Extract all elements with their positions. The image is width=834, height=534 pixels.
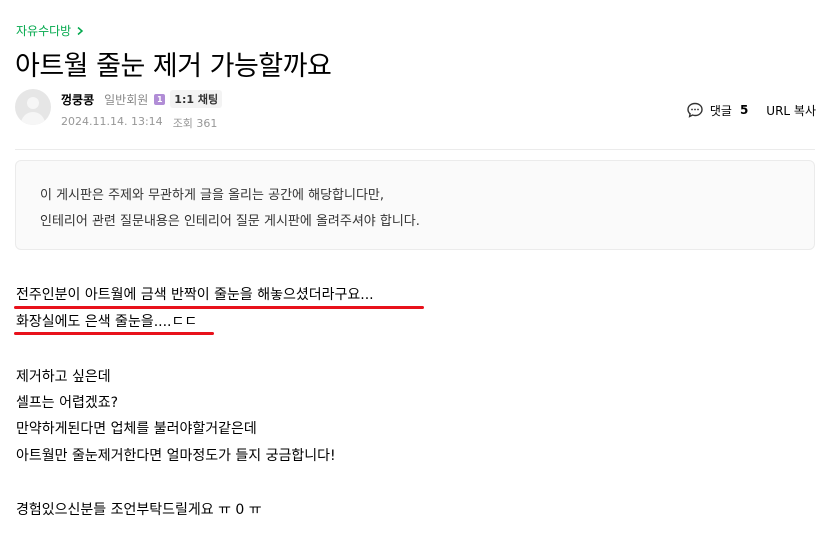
author-grade: 일반회원: [104, 92, 149, 107]
author-nickname[interactable]: 껑쿵콩: [61, 91, 94, 108]
notice-line-2: 인테리어 관련 질문내용은 인테리어 질문 게시판에 올려주셔야 합니다.: [40, 214, 420, 229]
comment-label: 댓글: [709, 103, 732, 118]
comment-button[interactable]: 댓글 5: [686, 101, 748, 119]
board-name: 자유수다방: [16, 24, 72, 38]
body-line-4: 셀프는 어렵겠죠?: [16, 395, 119, 411]
chevron-right-icon: [77, 26, 84, 35]
author-row: 껑쿵콩 일반회원 1 1:1 채팅 2024.11.14. 13:14 조회 3…: [15, 89, 223, 131]
body-line-7: 경험있으신분들 조언부탁드릴게요 ㅠ 0 ㅠ: [16, 502, 262, 518]
board-link[interactable]: 자유수다방: [16, 22, 85, 39]
url-copy-button[interactable]: URL 복사: [766, 102, 816, 119]
post-title: 아트월 줄눈 제거 가능할까요: [15, 51, 332, 82]
board-notice: 이 게시판은 주제와 무관하게 글을 올리는 공간에 해당합니다만, 인테리어 …: [15, 160, 815, 250]
red-underline-2: [14, 332, 214, 335]
avatar[interactable]: [15, 89, 51, 125]
notice-line-1: 이 게시판은 주제와 무관하게 글을 올리는 공간에 해당합니다만,: [40, 188, 385, 203]
body-line-5: 만약하게된다면 업체를 불러야할거같은데: [16, 421, 257, 437]
grade-badge-icon: 1: [154, 93, 166, 105]
body-line-6: 아트월만 줄눈제거한다면 얼마정도가 들지 궁금합니다!: [16, 448, 336, 464]
body-line-2: 화장실에도 은색 줄눈을....ㄷㄷ: [16, 314, 198, 330]
one-to-one-chat-button[interactable]: 1:1 채팅: [170, 90, 223, 108]
body-line-3: 제거하고 싶은데: [16, 369, 111, 385]
comment-count: 5: [739, 103, 749, 117]
author-info: 껑쿵콩 일반회원 1 1:1 채팅 2024.11.14. 13:14 조회 3…: [61, 89, 223, 131]
comment-icon: [687, 102, 703, 118]
post-tools: 댓글 5 URL 복사: [686, 101, 816, 119]
post-date: 2024.11.14. 13:14: [61, 115, 163, 128]
header-divider: [15, 149, 815, 150]
body-line-1: 전주인분이 아트월에 금색 반짝이 줄눈을 해놓으셨더라구요...: [16, 287, 374, 303]
post-views: 조회 361: [172, 117, 218, 130]
red-underline-1: [14, 306, 424, 309]
